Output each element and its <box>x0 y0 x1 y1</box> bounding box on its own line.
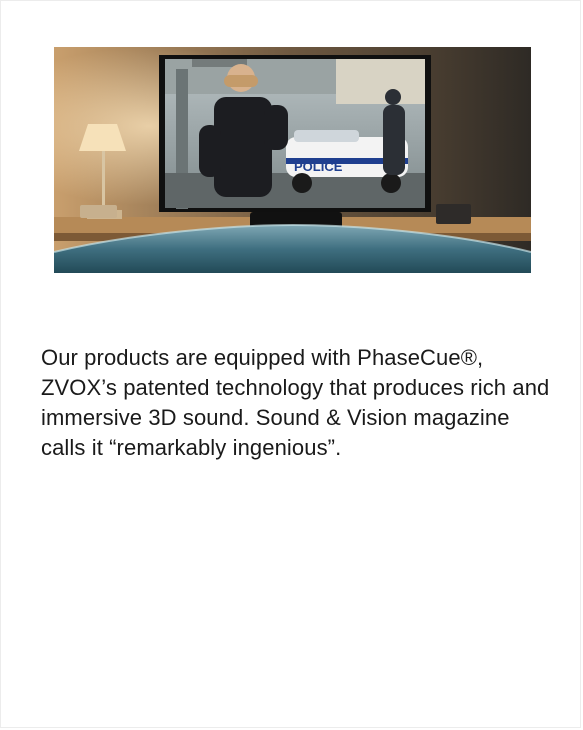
content-card: POLICE Our products are equipped with Ph… <box>0 0 581 728</box>
tv-scene-illustration: POLICE <box>54 47 531 273</box>
hero-image: POLICE <box>54 47 531 273</box>
speaker-right <box>436 204 471 224</box>
feature-description: Our products are equipped with PhaseCue®… <box>41 345 550 460</box>
tv-overlay-text: POLICE <box>294 159 343 174</box>
speaker-box <box>80 205 117 218</box>
tv-icon: POLICE <box>159 55 431 212</box>
